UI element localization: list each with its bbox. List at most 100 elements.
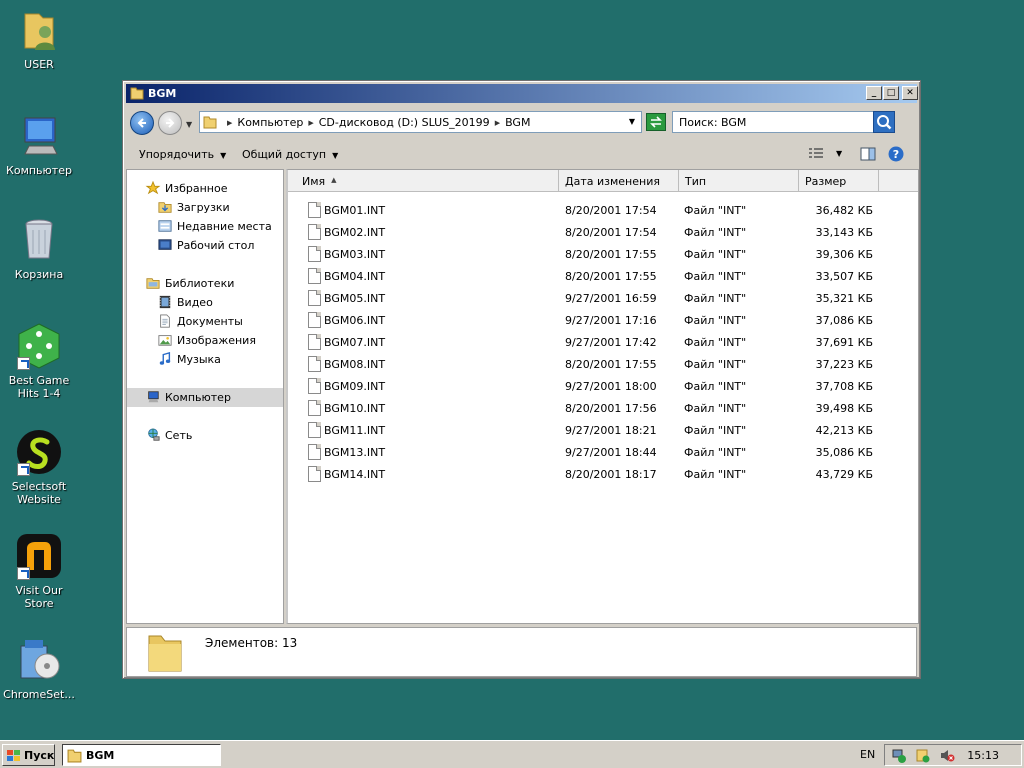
maximize-button[interactable]: □ [883,86,899,100]
file-type: Файл "INT" [684,358,747,371]
nav-videos[interactable]: Видео [127,293,283,312]
nav-computer[interactable]: Компьютер [127,388,283,407]
file-size: 37,691 КБ [815,336,873,349]
search-button[interactable] [873,111,895,133]
file-icon [308,202,321,218]
file-row[interactable]: BGM14.INT 8/20/2001 18:17 Файл "INT" 43,… [288,464,919,486]
file-name: BGM13.INT [324,446,386,459]
file-row[interactable]: BGM08.INT 8/20/2001 17:55 Файл "INT" 37,… [288,354,919,376]
video-icon [159,295,171,309]
network-status-icon[interactable] [891,748,907,763]
search-icon [877,115,892,130]
file-size: 35,321 КБ [815,292,873,305]
nav-recent-places[interactable]: Недавние места [127,217,283,236]
breadcrumb-item[interactable]: Компьютер [237,116,303,129]
view-details-icon[interactable] [808,147,824,161]
nav-pictures[interactable]: Изображения [127,331,283,350]
forward-button[interactable] [158,111,182,135]
help-icon[interactable]: ? [888,146,904,162]
file-row[interactable]: BGM11.INT 9/27/2001 18:21 Файл "INT" 42,… [288,420,919,442]
desktop-icon-chromesetup[interactable]: ChromeSet... [0,636,78,701]
action-center-icon[interactable] [915,748,931,763]
item-count: Элементов: 13 [205,636,298,650]
nav-music[interactable]: Музыка [127,350,283,369]
desktop-icon-recycle-bin[interactable]: Корзина [0,216,78,281]
language-indicator[interactable]: EN [860,748,875,761]
file-icon [308,312,321,328]
file-row[interactable]: BGM10.INT 8/20/2001 17:56 Файл "INT" 39,… [288,398,919,420]
address-field[interactable]: ▶ Компьютер ▶ CD-дисковод (D:) SLUS_20199 ▶ B… [199,111,642,133]
back-button[interactable] [130,111,154,135]
recent-places-icon [158,220,172,232]
file-icon [308,422,321,438]
start-button[interactable]: Пуск [2,744,55,766]
nav-libraries[interactable]: Библиотеки [127,274,283,293]
network-icon [148,428,160,441]
column-header-size[interactable]: Размер [799,170,879,192]
file-size: 37,223 КБ [815,358,873,371]
chevron-right-icon[interactable]: ▶ [227,119,232,127]
file-row[interactable]: BGM06.INT 9/27/2001 17:16 Файл "INT" 37,… [288,310,919,332]
file-row[interactable]: BGM03.INT 8/20/2001 17:55 Файл "INT" 39,… [288,244,919,266]
taskbar-button-bgm[interactable]: BGM [62,744,221,766]
navigation-pane: Избранное Загрузки Недавние места Рабочи… [126,169,284,624]
file-type: Файл "INT" [684,468,747,481]
desktop-icon-computer[interactable]: Компьютер [0,112,78,177]
clock[interactable]: 15:13 [967,749,999,762]
history-dropdown-icon[interactable]: ▼ [186,120,192,129]
nav-label: Изображения [177,334,256,347]
file-row[interactable]: BGM02.INT 8/20/2001 17:54 Файл "INT" 33,… [288,222,919,244]
nav-network[interactable]: Сеть [127,426,283,445]
file-row[interactable]: BGM09.INT 9/27/2001 18:00 Файл "INT" 37,… [288,376,919,398]
breadcrumb-item[interactable]: BGM [505,116,530,129]
shortcut-arrow-icon [17,463,30,476]
desktop-icon-selectsoft-website[interactable]: Selectsoft Website [0,428,78,506]
column-header-type[interactable]: Тип [679,170,799,192]
view-options-dropdown-icon[interactable]: ▼ [836,149,842,158]
file-row[interactable]: BGM05.INT 9/27/2001 16:59 Файл "INT" 35,… [288,288,919,310]
file-date: 8/20/2001 17:54 [565,204,657,217]
file-row[interactable]: BGM07.INT 9/27/2001 17:42 Файл "INT" 37,… [288,332,919,354]
file-type: Файл "INT" [684,270,747,283]
file-type: Файл "INT" [684,204,747,217]
file-date: 8/20/2001 17:55 [565,358,657,371]
column-header-date[interactable]: Дата изменения [559,170,679,192]
title-bar[interactable]: BGM _ □ ✕ [126,84,918,103]
address-dropdown-icon[interactable]: ▼ [629,117,635,126]
details-pane: Элементов: 13 [126,627,917,677]
file-row[interactable]: BGM04.INT 8/20/2001 17:55 Файл "INT" 33,… [288,266,919,288]
column-header-name[interactable]: Имя ▲ [288,170,559,192]
dice-icon [15,322,63,370]
nav-favorites[interactable]: Избранное [127,179,283,198]
breadcrumb-item[interactable]: CD-дисковод (D:) SLUS_20199 [319,116,490,129]
file-size: 33,143 КБ [815,226,873,239]
desktop-icon-label: ChromeSet... [3,688,75,701]
chevron-right-icon[interactable]: ▶ [495,119,500,127]
folder-icon [148,635,182,672]
file-date: 9/27/2001 16:59 [565,292,657,305]
sort-ascending-icon: ▲ [331,176,337,184]
organize-button[interactable]: Упорядочить ▼ [139,148,226,161]
desktop-icon-best-game-hits[interactable]: Best Game Hits 1-4 [0,322,78,400]
close-button[interactable]: ✕ [902,86,918,100]
file-name: BGM09.INT [324,380,386,393]
nav-label: Музыка [177,353,221,366]
desktop-icon-visit-our-store[interactable]: Visit Our Store [0,532,78,610]
preview-pane-icon[interactable] [860,147,876,161]
file-row[interactable]: BGM01.INT 8/20/2001 17:54 Файл "INT" 36,… [288,200,919,222]
nav-desktop[interactable]: Рабочий стол [127,236,283,255]
minimize-button[interactable]: _ [866,86,882,100]
address-toolbar: ▼ ▶ Компьютер ▶ CD-дисковод (D:) SLUS_20199… [126,105,917,139]
share-button[interactable]: Общий доступ ▼ [242,148,338,161]
search-input[interactable] [677,115,867,130]
file-size: 35,086 КБ [815,446,873,459]
refresh-button[interactable] [646,113,666,131]
volume-muted-icon[interactable] [939,748,955,763]
file-size: 33,507 КБ [815,270,873,283]
chevron-right-icon[interactable]: ▶ [308,119,313,127]
desktop-icon-user[interactable]: USER [0,6,78,71]
file-row[interactable]: BGM13.INT 9/27/2001 18:44 Файл "INT" 35,… [288,442,919,464]
file-size: 37,708 КБ [815,380,873,393]
nav-downloads[interactable]: Загрузки [127,198,283,217]
nav-documents[interactable]: Документы [127,312,283,331]
